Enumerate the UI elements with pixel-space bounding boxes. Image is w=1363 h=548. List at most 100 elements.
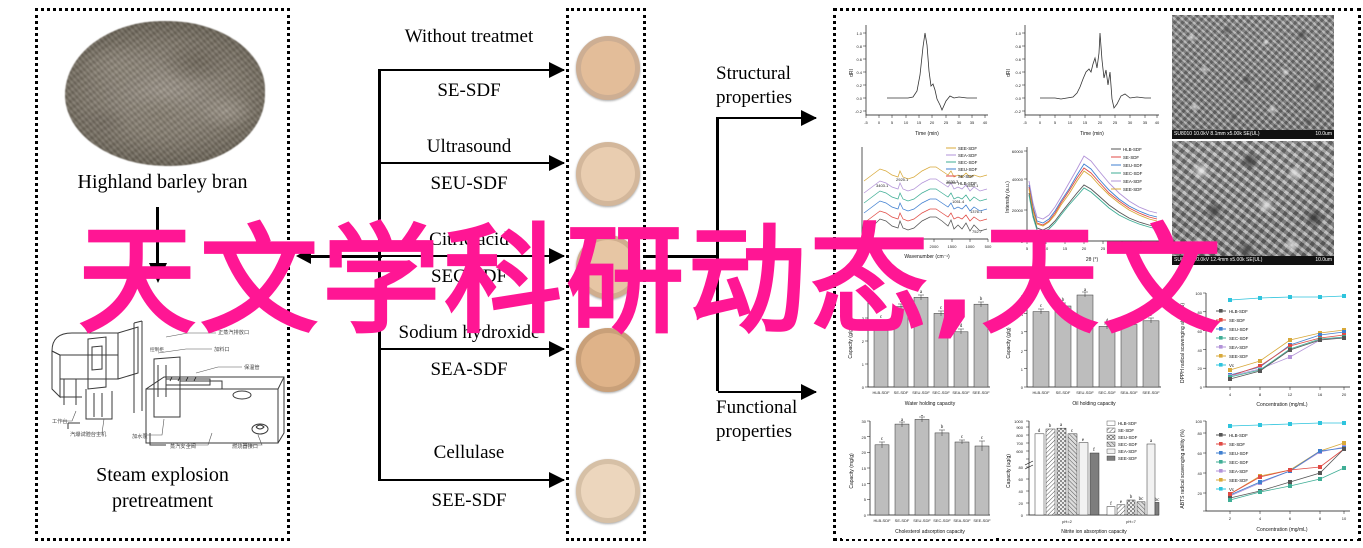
svg-text:SEU-SDF: SEU-SDF [1123,163,1143,168]
svg-text:b: b [900,299,903,304]
abts-ylabel: ABTS radical scavenging ability (%) [1180,429,1186,509]
svg-text:40: 40 [1198,348,1203,353]
property-arrow-functional [718,384,817,400]
route-agent-4: Cellulase [433,442,505,463]
cholesterol-ylabel: Capacity (mg/g) [849,453,855,489]
svg-text:100: 100 [1195,291,1202,296]
svg-text:80: 80 [1198,431,1203,436]
sample-dish-0 [576,36,640,100]
svg-text:e: e [1082,438,1085,443]
svg-text:30: 30 [1120,246,1125,251]
svg-text:SEE-SDF: SEE-SDF [1123,187,1142,192]
svg-text:SEU-SDF: SEU-SDF [912,390,930,395]
svg-text:35: 35 [970,120,975,125]
svg-text:1376.1: 1376.1 [970,209,983,214]
svg-text:0: 0 [1021,239,1024,244]
svg-text:正蒸汽排放口: 正蒸汽排放口 [218,328,249,336]
svg-text:bc: bc [1139,497,1145,502]
sample-dish-4-content [581,464,635,518]
svg-text:SE-SDF: SE-SDF [895,518,910,523]
svg-text:20: 20 [1019,501,1024,506]
svg-text:0.2: 0.2 [1015,83,1021,88]
svg-text:加料口: 加料口 [214,345,230,353]
sample-dish-1 [576,142,640,206]
svg-text:1500: 1500 [948,244,958,249]
route-arrow-2 [380,248,565,264]
route-product-1: SEU-SDF [430,173,508,194]
properties-bus-line [716,117,719,391]
svg-text:-5: -5 [864,120,868,125]
svg-text:4000: 4000 [858,244,868,249]
svg-text:35: 35 [1143,120,1148,125]
svg-text:1000: 1000 [966,244,976,249]
svg-text:3: 3 [1021,330,1024,335]
ohc-ylabel: Capacity (g/g) [1006,327,1012,358]
svg-text:0: 0 [1021,385,1024,390]
svg-text:4: 4 [1021,312,1024,317]
svg-text:HLB-SDF: HLB-SDF [1229,433,1248,438]
svg-text:加水泵: 加水泵 [132,432,148,440]
property-structural-line1: Structural [716,63,791,84]
svg-text:20: 20 [1082,246,1087,251]
sem-top-texture [1172,15,1334,139]
svg-text:SE-SDF: SE-SDF [958,174,974,179]
svg-text:5: 5 [1021,294,1024,299]
svg-text:d: d [1038,429,1041,434]
svg-text:控制柜: 控制柜 [150,346,164,353]
whc-ylabel: Capacity (g/g) [848,327,854,358]
svg-text:0.2: 0.2 [856,83,862,88]
svg-text:5: 5 [1026,246,1029,251]
process-caption-line2: pretreatment [111,489,214,512]
property-functional-line2: properties [716,420,792,442]
svg-text:SEU-SDF: SEU-SDF [913,518,931,523]
svg-text:a: a [1060,423,1063,428]
svg-text:8: 8 [1319,516,1322,521]
sem-top-infobar-right: 10.0um [1315,131,1332,137]
svg-text:SEC-SDF: SEC-SDF [1098,390,1116,395]
svg-text:20: 20 [1098,120,1103,125]
svg-text:8: 8 [1259,392,1262,397]
svg-text:1540.1: 1540.1 [966,183,979,188]
svg-text:SEA-SDF: SEA-SDF [1118,449,1137,454]
samples-to-properties-connector [646,255,718,258]
svg-text:1.0: 1.0 [856,31,862,36]
process-caption-line1: Steam explosion [96,464,229,486]
route-product-0: SE-SDF [437,80,501,101]
sem-bottom-infobar-right: 10.0um [1315,257,1332,263]
svg-text:20: 20 [862,450,867,455]
svg-text:SEC-SDF: SEC-SDF [1229,336,1249,341]
material-to-routes-connector [300,255,382,258]
svg-text:SEC-SDF: SEC-SDF [1118,442,1138,447]
svg-text:0: 0 [1039,120,1042,125]
svg-text:0.4: 0.4 [856,70,862,75]
svg-text:c: c [880,315,883,320]
svg-text:SEC-SDF: SEC-SDF [1123,171,1143,176]
svg-text:d: d [1106,319,1109,324]
svg-text:4: 4 [862,293,865,298]
svg-text:0.8: 0.8 [1015,44,1021,49]
material-caption: Highland barley bran [77,171,248,193]
svg-text:a: a [1150,439,1153,444]
svg-text:752.7: 752.7 [972,229,983,234]
svg-text:SEA-SDF: SEA-SDF [958,153,977,158]
svg-text:3500: 3500 [876,244,886,249]
svg-text:3: 3 [862,316,865,321]
svg-text:0: 0 [878,120,881,125]
svg-text:6: 6 [1289,516,1292,521]
svg-text:HLB-SDF: HLB-SDF [1123,147,1142,152]
sem-bottom-texture [1172,141,1334,265]
route-arrow-4 [380,472,565,488]
svg-text:汽爆试验台主机: 汽爆试验台主机 [70,430,107,438]
svg-text:0: 0 [864,513,867,518]
svg-text:2000: 2000 [930,244,940,249]
sample-dish-3-content [581,333,635,387]
cholesterol-xlabel: Cholesterol adsorption capacity [895,529,965,535]
svg-text:a: a [921,415,924,418]
svg-text:1000: 1000 [1014,419,1024,424]
svg-text:c: c [940,306,943,311]
svg-text:15: 15 [1083,120,1088,125]
svg-text:工作台: 工作台 [52,417,68,425]
svg-text:HLB-SDF: HLB-SDF [873,518,891,523]
chart-cholesterol: 0 5 10 15 20 25 30 Capacity (mg/g) caa bcc [842,415,994,539]
svg-text:-0.2: -0.2 [855,109,863,114]
